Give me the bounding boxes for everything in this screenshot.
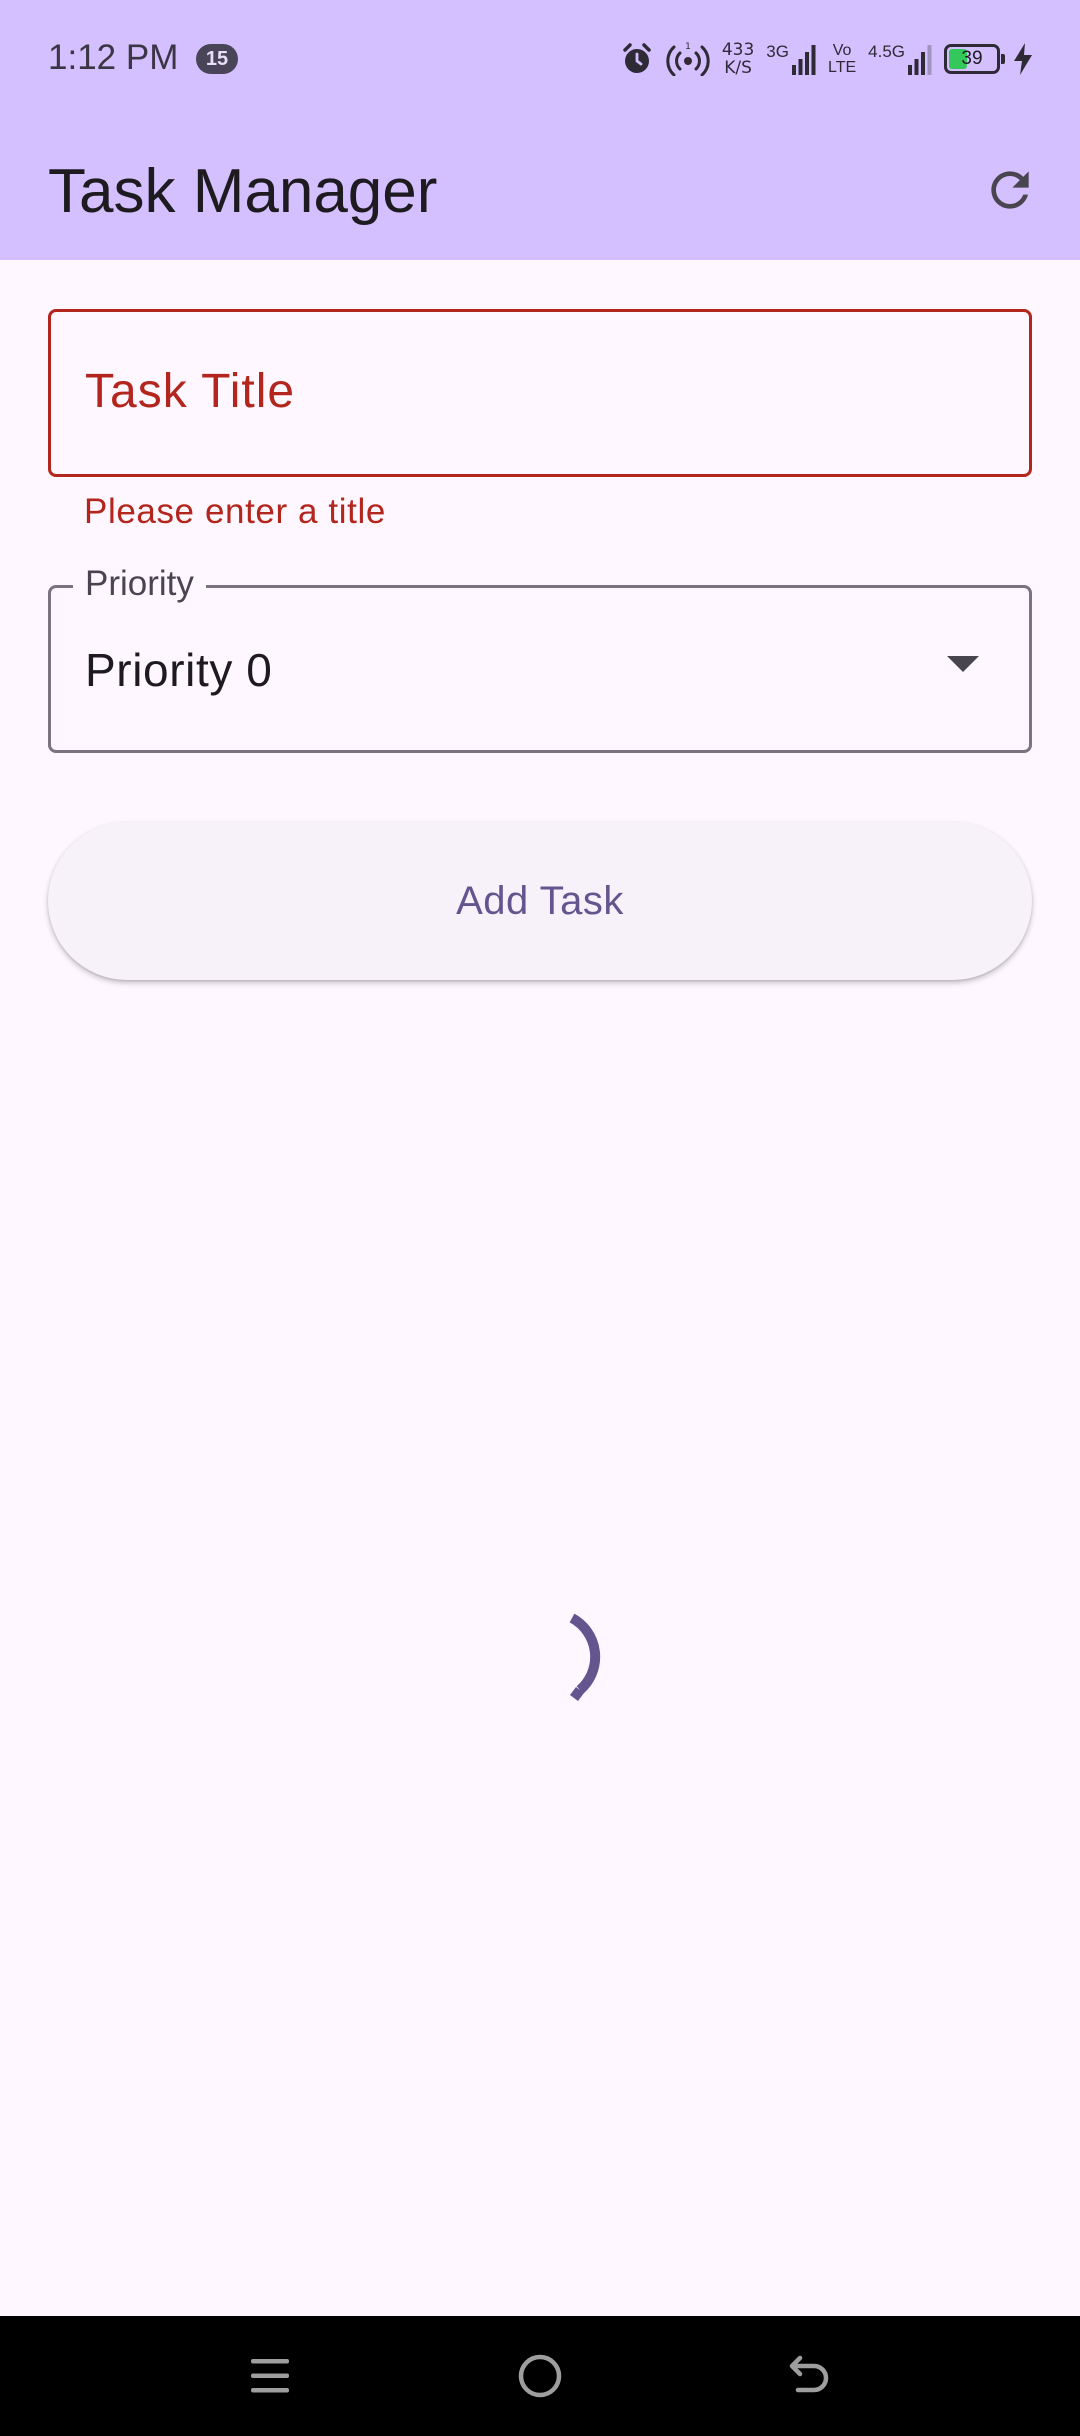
alarm-icon	[620, 42, 654, 76]
refresh-icon	[991, 171, 1029, 209]
priority-label: Priority	[73, 560, 206, 608]
hotspot-icon: 1	[666, 42, 710, 76]
task-title-error: Please enter a title	[84, 492, 386, 531]
signal-icon	[908, 45, 932, 75]
status-icons: 1 433 K/S 3G Vo LTE 4.5G 39	[620, 34, 1034, 84]
charging-icon	[1012, 42, 1034, 76]
volte-top: Vo	[832, 42, 852, 59]
volte-bottom: LTE	[827, 59, 857, 76]
dropdown-arrow-icon	[947, 656, 979, 672]
system-nav-bar	[0, 2316, 1080, 2436]
home-icon	[518, 2354, 562, 2398]
volte-indicator: Vo LTE	[828, 42, 856, 76]
nav-back-button[interactable]	[780, 2346, 840, 2406]
nav-home-button[interactable]	[510, 2346, 570, 2406]
priority-selected-value: Priority 0	[85, 644, 273, 696]
priority-dropdown[interactable]: Priority Priority 0	[48, 560, 1032, 753]
app-title: Task Manager	[48, 157, 438, 226]
status-bar: 1:12 PM 15 1 433 K/S 3G Vo LTE 4.5G 39	[0, 0, 1080, 118]
notification-badge: 15	[196, 44, 238, 74]
back-icon	[789, 2355, 829, 2393]
menu-icon	[251, 2359, 289, 2393]
nav-menu-button[interactable]	[240, 2346, 300, 2406]
signal-3g: 3G	[766, 43, 816, 75]
task-title-placeholder: Task Title	[85, 365, 296, 418]
app-bar: Task Manager	[0, 118, 1080, 260]
net-speed-unit: K/S	[724, 58, 752, 78]
network-3g-label: 3G	[766, 42, 789, 61]
loading-spinner-icon	[569, 1613, 601, 1701]
add-task-button[interactable]: Add Task	[48, 822, 1032, 980]
signal-45g: 4.5G	[868, 43, 932, 75]
network-45g-label: 4.5G	[868, 42, 905, 61]
status-time: 1:12 PM	[48, 38, 179, 77]
refresh-button[interactable]	[962, 142, 1058, 238]
signal-icon	[791, 45, 816, 75]
app-header: 1:12 PM 15 1 433 K/S 3G Vo LTE 4.5G 39 T…	[0, 0, 1080, 260]
net-speed-value: 433	[721, 40, 755, 60]
net-speed: 433 K/S	[722, 41, 754, 77]
task-title-input[interactable]: Task Title	[48, 309, 1032, 477]
battery-icon: 39	[944, 44, 1005, 74]
svg-text:1: 1	[685, 42, 691, 52]
battery-level: 39	[961, 48, 983, 69]
